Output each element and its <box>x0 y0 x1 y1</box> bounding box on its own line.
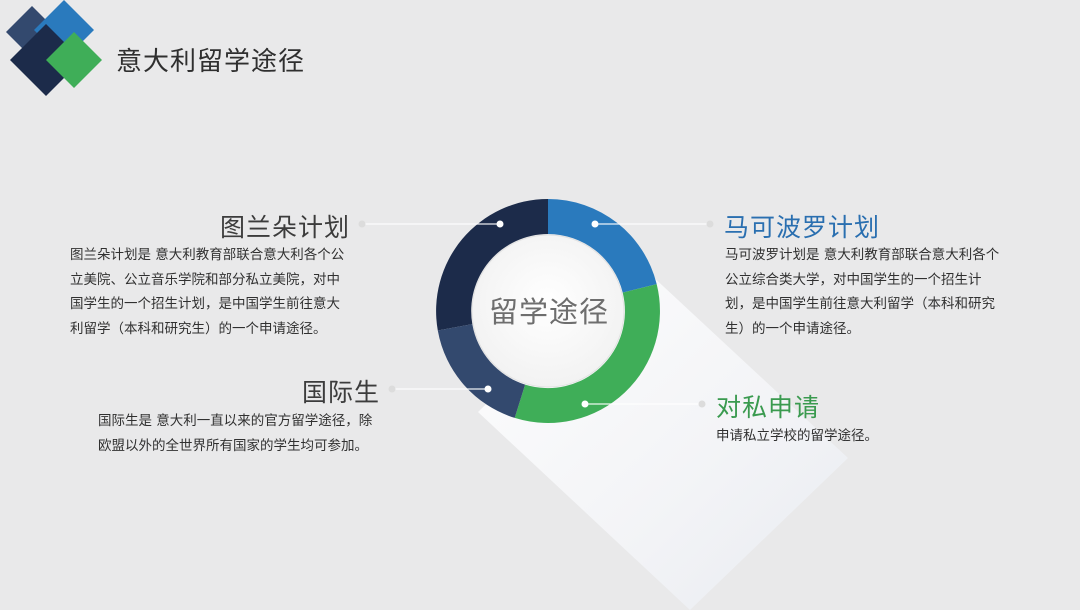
connector-dot <box>591 220 599 228</box>
route-heading-makeboluo: 马可波罗计划 <box>724 213 881 242</box>
page-title: 意大利留学途径 <box>116 47 306 77</box>
connector-dot <box>388 385 396 393</box>
route-description-guojisheng: 国际生是 意大利一直以来的官方留学途径，除欧盟以外的全世界所有国家的学生均可参加… <box>98 413 373 454</box>
connector-dot <box>484 385 492 393</box>
connector-dot <box>496 220 504 228</box>
logo-diamonds-icon <box>6 0 102 96</box>
connector-dot <box>581 400 589 408</box>
center-label: 留学途径 <box>488 295 609 329</box>
route-description-makeboluo: 马可波罗计划是 意大利教育部联合意大利各个公立综合类大学，对中国学生的一个招生计… <box>725 247 1000 337</box>
route-heading-guojisheng: 国际生 <box>302 378 381 407</box>
route-description-tulanduo: 图兰朵计划是 意大利教育部联合意大利各个公立美院、公立音乐学院和部分私立美院，对… <box>70 247 345 337</box>
connector-dot <box>358 220 366 228</box>
route-heading-tulanduo: 图兰朵计划 <box>220 213 351 242</box>
connector-dot <box>706 220 714 228</box>
route-description-duisi: 申请私立学校的留学途径。 <box>716 428 878 444</box>
route-heading-duisi: 对私申请 <box>716 393 821 422</box>
connector-dot <box>698 400 706 408</box>
